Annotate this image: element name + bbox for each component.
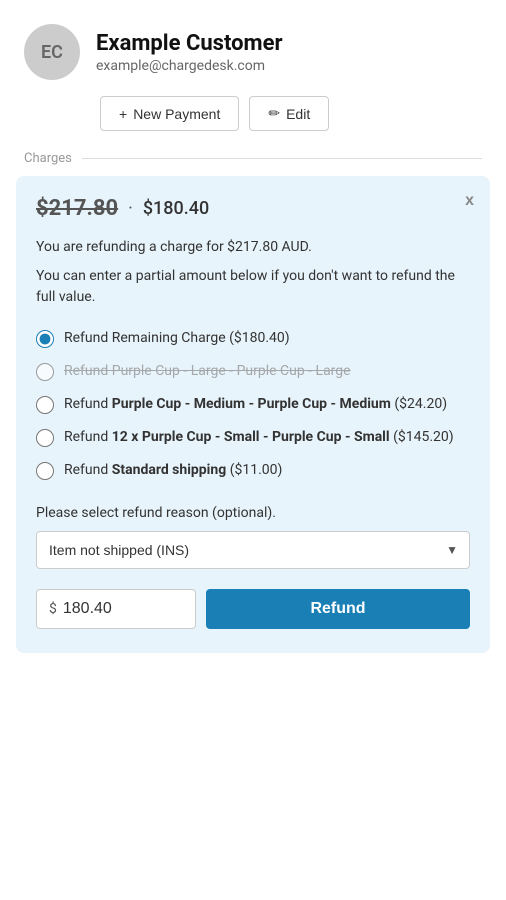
edit-button[interactable]: ✏ Edit [249, 96, 329, 131]
option-purple-medium-label: Refund Purple Cup - Medium - Purple Cup … [64, 394, 447, 415]
charge-header: $217.80 · $180.40 [36, 196, 470, 221]
close-button[interactable]: x [465, 192, 474, 210]
reason-select[interactable]: Item not shipped (INS) Duplicate charge … [36, 531, 470, 569]
reason-select-wrapper: Item not shipped (INS) Duplicate charge … [36, 531, 470, 569]
amount-input[interactable] [63, 590, 183, 628]
refund-button[interactable]: Refund [206, 589, 470, 629]
refund-option-shipping[interactable]: Refund Standard shipping ($11.00) [36, 460, 470, 481]
refund-options: Refund Remaining Charge ($180.40) Refund… [36, 328, 470, 481]
option-purple-large-label: Refund Purple Cup - Large - Purple Cup -… [64, 361, 351, 382]
action-buttons: + New Payment ✏ Edit [0, 96, 506, 151]
edit-icon: ✏ [268, 105, 280, 122]
radio-purple-small[interactable] [36, 429, 54, 447]
amount-input-wrapper: $ [36, 589, 196, 629]
partial-hint: You can enter a partial amount below if … [36, 266, 470, 308]
amount-row: $ Refund [36, 589, 470, 629]
radio-purple-large[interactable] [36, 363, 54, 381]
edit-label: Edit [286, 106, 310, 122]
avatar: EC [24, 24, 80, 80]
original-amount: $217.80 [36, 196, 118, 221]
currency-symbol: $ [49, 601, 57, 617]
refund-description: You are refunding a charge for $217.80 A… [36, 237, 470, 258]
refund-card: x $217.80 · $180.40 You are refunding a … [16, 176, 490, 653]
refund-option-purple-large[interactable]: Refund Purple Cup - Large - Purple Cup -… [36, 361, 470, 382]
option-remaining-label: Refund Remaining Charge ($180.40) [64, 328, 290, 349]
option-purple-small-label: Refund 12 x Purple Cup - Small - Purple … [64, 427, 454, 448]
option-shipping-label: Refund Standard shipping ($11.00) [64, 460, 282, 481]
charges-section-label: Charges [0, 151, 506, 176]
current-amount: $180.40 [143, 198, 209, 219]
refund-option-remaining[interactable]: Refund Remaining Charge ($180.40) [36, 328, 470, 349]
refund-option-purple-medium[interactable]: Refund Purple Cup - Medium - Purple Cup … [36, 394, 470, 415]
customer-email: example@chargedesk.com [96, 58, 283, 74]
header: EC Example Customer example@chargedesk.c… [0, 0, 506, 96]
new-payment-label: New Payment [133, 106, 220, 122]
radio-purple-medium[interactable] [36, 396, 54, 414]
refund-option-purple-small[interactable]: Refund 12 x Purple Cup - Small - Purple … [36, 427, 470, 448]
reason-prompt: Please select refund reason (optional). [36, 505, 470, 521]
radio-shipping[interactable] [36, 462, 54, 480]
radio-remaining[interactable] [36, 330, 54, 348]
charge-separator: · [128, 198, 133, 219]
new-payment-button[interactable]: + New Payment [100, 96, 239, 131]
plus-icon: + [119, 106, 127, 122]
customer-name: Example Customer [96, 31, 283, 56]
header-info: Example Customer example@chargedesk.com [96, 31, 283, 74]
